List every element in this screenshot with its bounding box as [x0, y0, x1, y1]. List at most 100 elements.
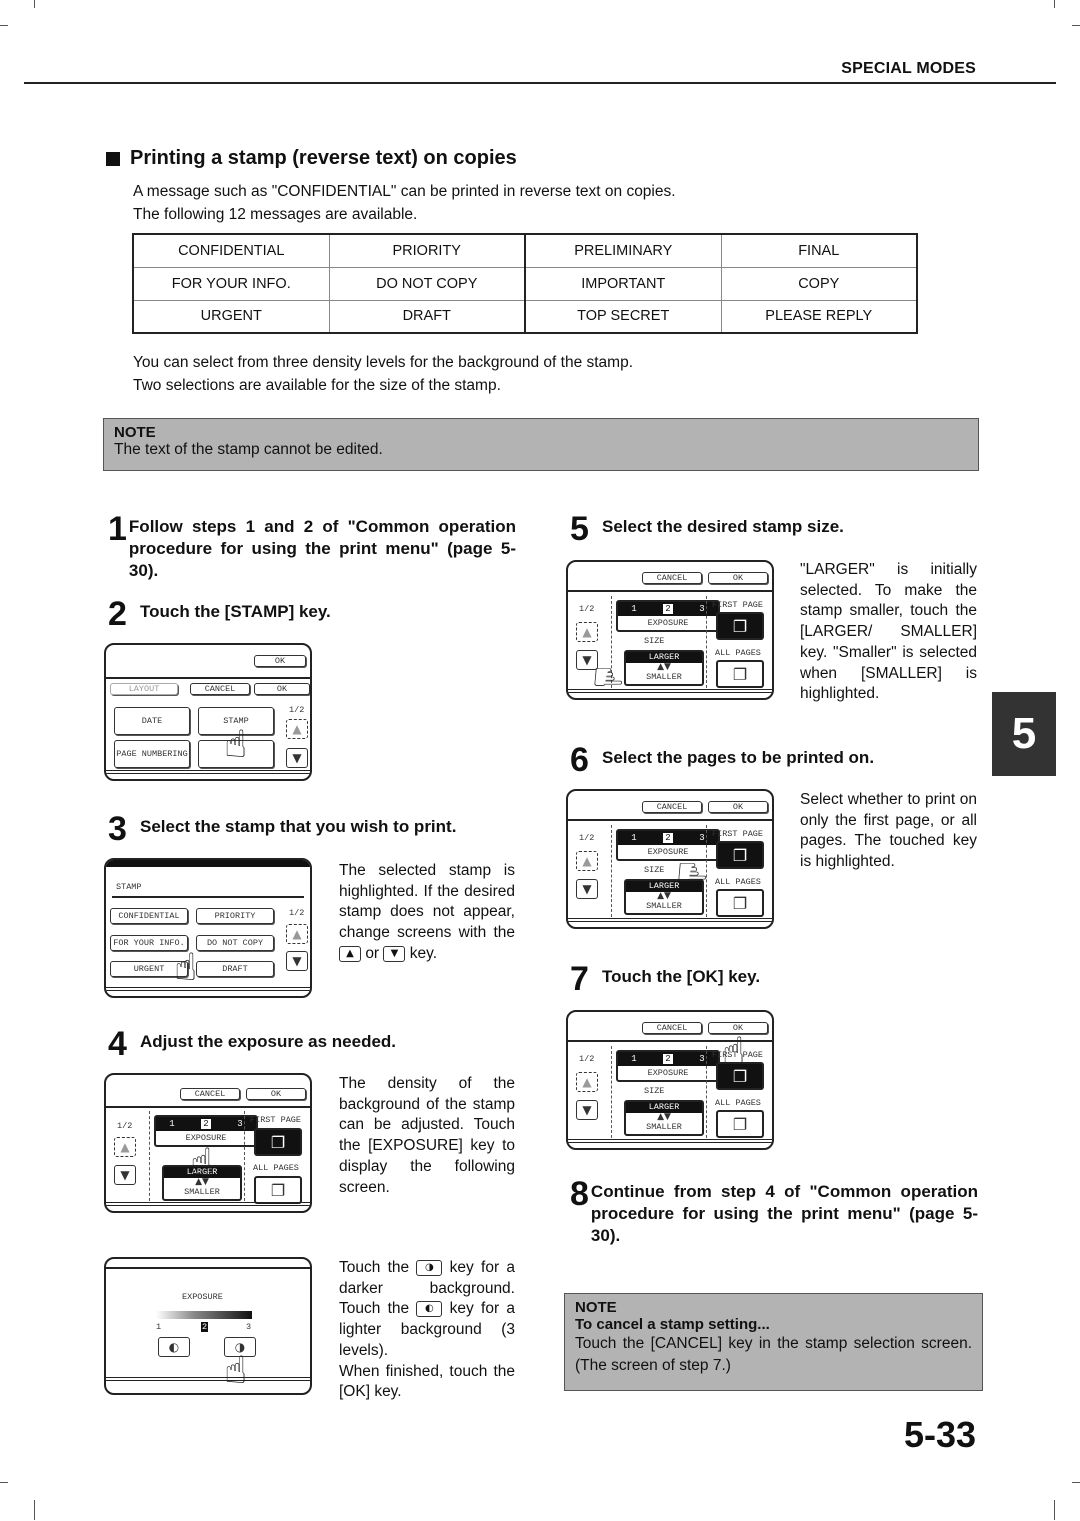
cancel-button[interactable]: CANCEL	[180, 1088, 240, 1100]
page-numbering-key[interactable]: PAGE NUMBERING	[114, 740, 190, 768]
all-pages-label: ALL PAGES	[715, 1098, 761, 1108]
step-text: Select the stamp that you wish to print.	[140, 817, 457, 836]
section-title-text: Printing a stamp (reverse text) on copie…	[130, 147, 517, 169]
up-arrow-icon[interactable]: ▲	[286, 719, 308, 739]
table-cell: IMPORTANT	[524, 266, 722, 301]
stamp-option-priority[interactable]: PRIORITY	[196, 908, 274, 924]
exposure-levels: 1 2 3	[156, 1117, 256, 1131]
size-toggle-key[interactable]: LARGER ▲▼ SMALLER	[624, 879, 704, 915]
all-pages-key[interactable]: ❐	[254, 1176, 302, 1204]
table-cell: DRAFT	[328, 299, 526, 334]
step-4: 4 Adjust the exposure as needed.	[108, 1027, 516, 1061]
size-toggle-key[interactable]: LARGER ▲▼ SMALLER	[624, 1100, 704, 1136]
ok-button[interactable]: OK	[254, 655, 306, 667]
smaller-option: SMALLER	[646, 672, 682, 682]
ok-button[interactable]: OK	[708, 801, 768, 813]
screen-bottom-bar	[568, 1139, 772, 1143]
all-pages-key[interactable]: ❐	[716, 889, 764, 917]
divider	[706, 1046, 707, 1138]
first-page-key[interactable]: ❐	[254, 1128, 302, 1156]
exposure-key[interactable]: 1 2 3 EXPOSURE	[616, 1050, 720, 1082]
stamp-settings-screen: CANCEL OK 1/2 ▲ ▼ 123 EXPOSURE LARGER ▲▼…	[104, 1073, 312, 1213]
table-cell: FOR YOUR INFO.	[132, 266, 330, 301]
crop-mark	[1054, 0, 1055, 8]
ok-button[interactable]: OK	[254, 683, 310, 695]
exposure-key[interactable]: 1 2 3 EXPOSURE	[616, 600, 720, 632]
first-page-key[interactable]: ❐	[716, 612, 764, 640]
cancel-button[interactable]: CANCEL	[190, 683, 250, 695]
smaller-option: SMALLER	[646, 901, 682, 911]
layout-tab[interactable]: LAYOUT	[110, 683, 178, 695]
up-arrow-icon[interactable]: ▲	[114, 1137, 136, 1157]
lighter-key[interactable]: ◐	[158, 1337, 190, 1357]
stamp-option-draft[interactable]: DRAFT	[196, 961, 274, 977]
up-arrow-icon[interactable]: ▲	[576, 851, 598, 871]
exposure-label: EXPOSURE	[647, 618, 689, 628]
table-cell: URGENT	[132, 299, 330, 334]
step-text: Continue from step 4 of "Common operatio…	[590, 1182, 978, 1245]
hand-pointer-icon: ☝	[190, 1140, 214, 1184]
step-number: 1	[108, 510, 127, 548]
stamp-option-do-not-copy[interactable]: DO NOT COPY	[196, 935, 274, 951]
level-2-selected: 2	[663, 604, 673, 614]
divider	[706, 596, 707, 688]
up-down-arrow-icon: ▲▼	[657, 1112, 671, 1122]
intro-text: A message such as "CONFIDENTIAL" can be …	[133, 180, 676, 226]
stamp-option-confidential[interactable]: CONFIDENTIAL	[110, 908, 188, 924]
step-6-description: Select whether to print on only the firs…	[800, 791, 977, 871]
stamp-key-screen: OK LAYOUT CANCEL OK DATE STAMP 1/2 ▲ PAG…	[104, 643, 312, 781]
ok-button[interactable]: OK	[708, 572, 768, 584]
crop-mark	[34, 1500, 35, 1520]
exposure-label: EXPOSURE	[647, 847, 689, 857]
step-3-description: The selected stamp is highlighted. If th…	[339, 861, 515, 965]
down-arrow-icon[interactable]: ▼	[576, 1100, 598, 1120]
all-pages-key[interactable]: ❐	[716, 660, 764, 688]
section-header: SPECIAL MODES	[841, 60, 976, 77]
screen-title: STAMP	[116, 882, 142, 892]
level-1: 1	[169, 1119, 175, 1129]
up-arrow-icon[interactable]: ▲	[286, 924, 308, 944]
all-pages-key[interactable]: ❐	[716, 1110, 764, 1138]
exposure-description: Touch the ◑ key for a darker background.…	[339, 1258, 515, 1403]
table-cell: CONFIDENTIAL	[132, 233, 330, 268]
table-row: FOR YOUR INFO. DO NOT COPY IMPORTANT COP…	[132, 266, 918, 301]
stamp-select-screen: STAMP CONFIDENTIAL PRIORITY FOR YOUR INF…	[104, 858, 312, 998]
table-cell: FINAL	[720, 233, 918, 268]
cancel-button[interactable]: CANCEL	[642, 572, 702, 584]
cancel-button[interactable]: CANCEL	[642, 1022, 702, 1034]
note-heading: NOTE	[575, 1299, 617, 1316]
crop-mark	[1054, 1500, 1055, 1520]
step-1: 1 Follow steps 1 and 2 of "Common operat…	[108, 510, 516, 582]
step-text: Touch the [STAMP] key.	[140, 602, 331, 621]
level-min: 1	[156, 1322, 162, 1332]
down-arrow-icon[interactable]: ▼	[286, 748, 308, 768]
down-arrow-icon[interactable]: ▼	[286, 951, 308, 971]
bullet-square-icon	[106, 151, 120, 166]
level-2-selected: 2	[663, 833, 673, 843]
divider	[106, 1106, 310, 1108]
up-arrow-icon[interactable]: ▲	[576, 622, 598, 642]
ok-button[interactable]: OK	[246, 1088, 306, 1100]
down-arrow-icon[interactable]: ▼	[576, 879, 598, 899]
darker-key-icon: ◑	[416, 1259, 443, 1276]
down-key-icon: ▼	[383, 945, 406, 962]
crop-mark	[1072, 1482, 1080, 1483]
up-arrow-icon[interactable]: ▲	[576, 1072, 598, 1092]
exposure-screen: EXPOSURE 1 2 3 ◐ ◑ ☝	[104, 1257, 312, 1395]
step-text: Select the desired stamp size.	[602, 517, 844, 536]
down-arrow-icon[interactable]: ▼	[114, 1165, 136, 1185]
step-number: 6	[570, 741, 589, 779]
exposure-title: EXPOSURE	[182, 1292, 223, 1302]
date-key[interactable]: DATE	[114, 707, 190, 735]
hand-pointer-icon: ☝	[224, 1348, 248, 1392]
size-toggle-key[interactable]: LARGER ▲▼ SMALLER	[624, 650, 704, 686]
exposure-label: EXPOSURE	[647, 1068, 689, 1078]
hand-pointer-icon: ☝	[585, 665, 630, 689]
note-body: Touch the [CANCEL] key in the stamp sele…	[575, 1335, 972, 1374]
first-page-key[interactable]: ❐	[716, 841, 764, 869]
cancel-button[interactable]: CANCEL	[642, 801, 702, 813]
exposure-key[interactable]: 1 2 3 EXPOSURE	[616, 829, 720, 861]
all-pages-label: ALL PAGES	[715, 877, 761, 887]
ok-confirm-screen: CANCEL OK 1/2 ▲ ▼ 123 EXPOSURE SIZE LARG…	[566, 1010, 774, 1150]
up-down-arrow-icon: ▲▼	[657, 662, 671, 672]
